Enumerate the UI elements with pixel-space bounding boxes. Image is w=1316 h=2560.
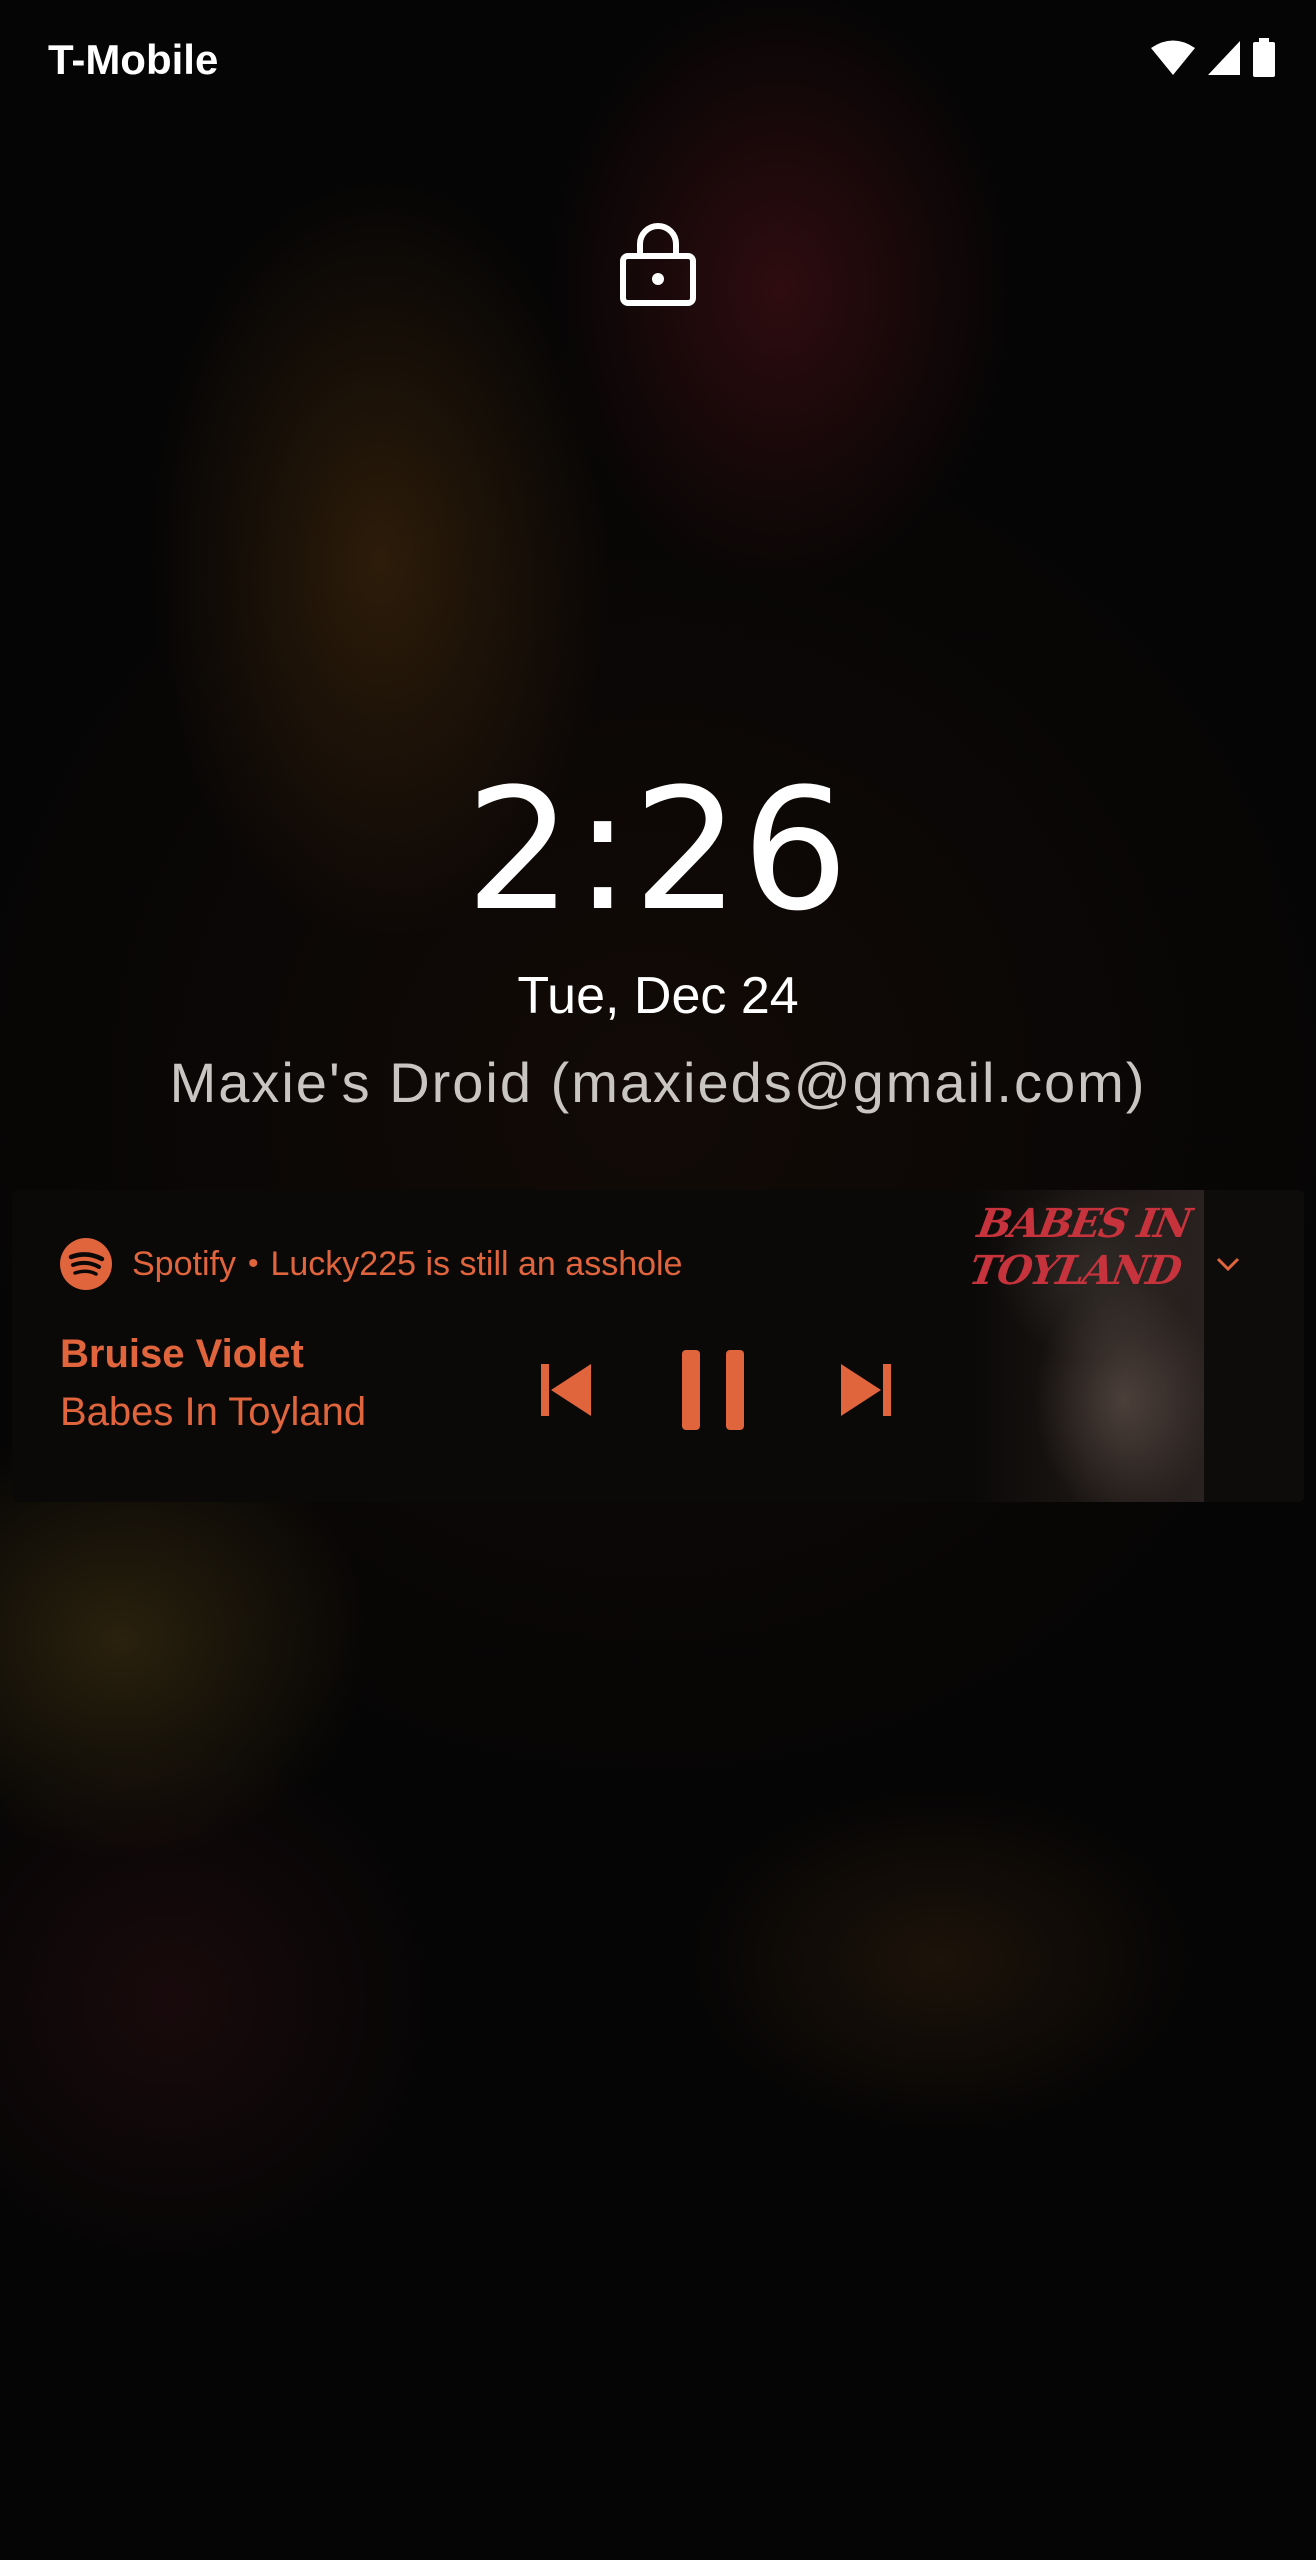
media-notification[interactable]: BABES IN TOYLAND Spotify • Lucky225 is s… (12, 1190, 1304, 1502)
album-art: BABES IN TOYLAND (966, 1190, 1304, 1502)
owner-info: Maxie's Droid (maxieds@gmail.com) (169, 1051, 1147, 1114)
notification-header: Spotify • Lucky225 is still an asshole (60, 1238, 682, 1290)
pause-icon[interactable] (680, 1348, 746, 1432)
app-name: Spotify (132, 1244, 236, 1283)
battery-icon (1253, 38, 1275, 77)
expand-chevron-icon[interactable] (1216, 1256, 1240, 1272)
status-icons (1150, 38, 1276, 78)
song-title: Bruise Violet (60, 1332, 304, 1376)
header-separator: • (247, 1247, 259, 1280)
skip-previous-icon[interactable] (538, 1360, 594, 1420)
lockscreen-clock: 2:26 (465, 752, 851, 948)
carrier-name: T-Mobile (48, 36, 219, 83)
lock-icon[interactable] (619, 222, 697, 306)
notification-subtext: Lucky225 is still an asshole (270, 1244, 683, 1283)
spotify-icon (60, 1238, 112, 1290)
album-art-title: BABES IN TOYLAND (965, 1200, 1194, 1294)
skip-next-icon[interactable] (838, 1360, 894, 1420)
artist-name: Babes In Toyland (60, 1390, 367, 1434)
lockscreen-date: Tue, Dec 24 (517, 967, 799, 1025)
wifi-icon (1151, 40, 1195, 75)
cellular-signal-icon (1208, 41, 1240, 75)
